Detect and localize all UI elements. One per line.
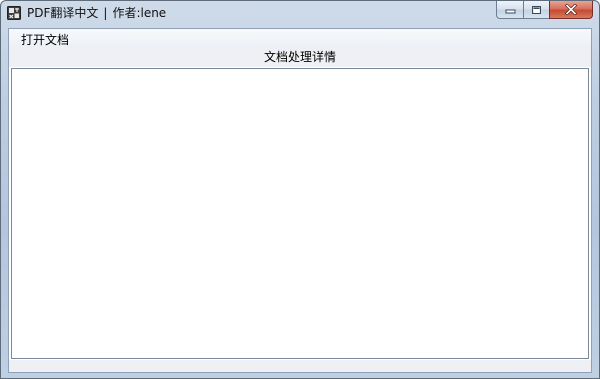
menu-open-document[interactable]: 打开文档 [15,31,75,49]
client-area: 打开文档 文档处理详情 [8,28,592,373]
maximize-button[interactable] [523,1,549,19]
window-controls [496,1,593,19]
close-icon [565,4,577,15]
title-separator: | [103,6,108,20]
title-author: 作者:lene [112,6,167,20]
app-window: PDF翻译中文 | 作者:lene 打开文档 文档处理详情 [0,0,600,379]
minimize-icon [505,9,515,14]
title-bar[interactable]: PDF翻译中文 | 作者:lene [1,1,599,25]
close-button[interactable] [549,1,593,19]
maximize-icon [532,5,541,14]
title-app-name: PDF翻译中文 [27,6,99,20]
section-title: 文档处理详情 [9,49,591,67]
details-text-area[interactable] [11,68,589,359]
window-title: PDF翻译中文 | 作者:lene [27,5,166,21]
menu-bar: 打开文档 [9,29,591,49]
bottom-strip [9,360,591,372]
app-icon [7,6,21,20]
minimize-button[interactable] [496,1,523,19]
